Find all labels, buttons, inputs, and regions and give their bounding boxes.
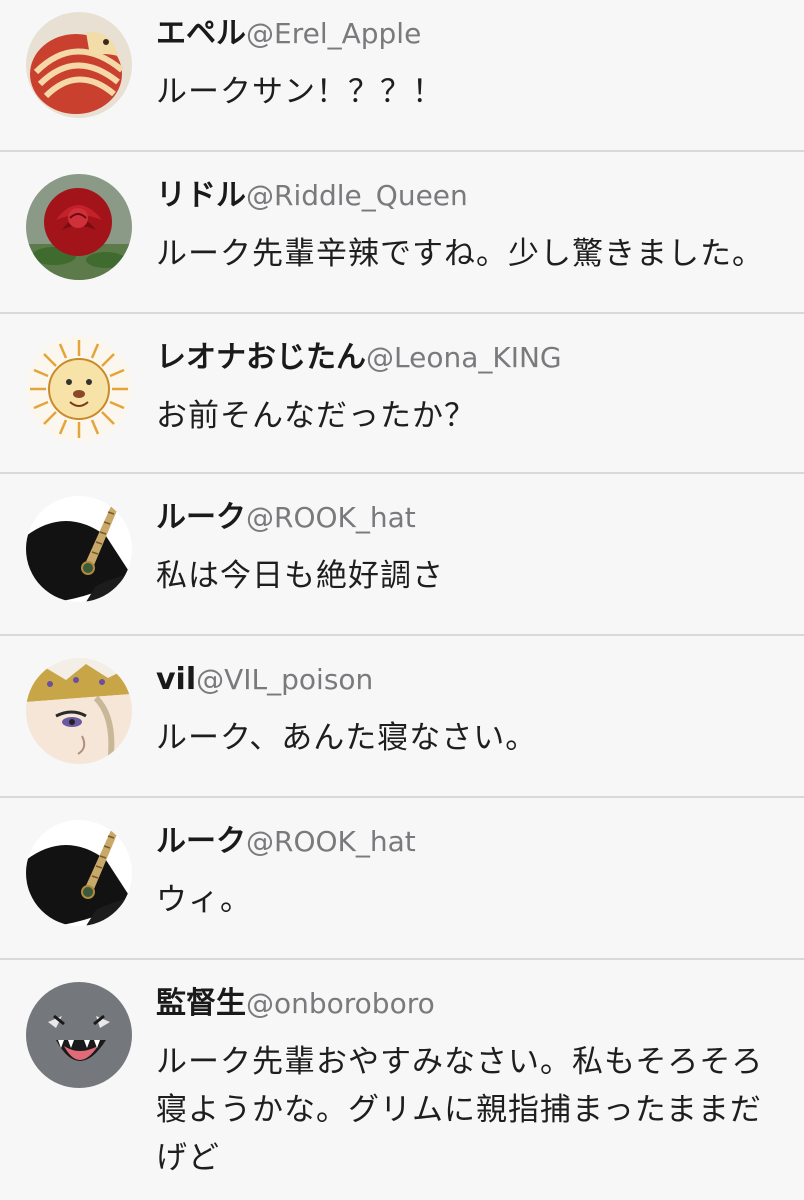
user-handle[interactable]: @onboroboro (246, 987, 435, 1020)
red-rose-icon (26, 174, 132, 280)
post-header: エペル@Erel_Apple (156, 16, 421, 52)
post-item[interactable]: ルーク@ROOK_hat 私は今日も絶好調さ (0, 474, 804, 634)
post-item[interactable]: エペル@Erel_Apple ルークサン！？？！ (0, 0, 804, 150)
avatar[interactable] (26, 982, 132, 1088)
user-handle[interactable]: @ROOK_hat (246, 825, 416, 858)
post-header: ルーク@ROOK_hat (156, 500, 416, 536)
avatar[interactable] (26, 174, 132, 280)
display-name[interactable]: vil (156, 662, 196, 697)
crowned-face-icon (26, 658, 132, 764)
post-text: ルーク、あんた寝なさい。 (156, 720, 538, 756)
post-header: レオナおじたん@Leona_KING (156, 340, 562, 376)
avatar[interactable] (26, 496, 132, 602)
display-name[interactable]: エペル (156, 16, 246, 51)
display-name[interactable]: レオナおじたん (156, 340, 366, 375)
feathered-hat-icon (26, 820, 132, 926)
post-header: リドル@Riddle_Queen (156, 178, 468, 214)
display-name[interactable]: ルーク (156, 824, 246, 859)
lion-drawing-icon (26, 336, 132, 442)
post-item[interactable]: ルーク@ROOK_hat ウィ。 (0, 798, 804, 958)
avatar[interactable] (26, 12, 132, 118)
post-header: ルーク@ROOK_hat (156, 824, 416, 860)
feathered-hat-icon (26, 496, 132, 602)
avatar[interactable] (26, 336, 132, 442)
display-name[interactable]: リドル (156, 178, 246, 213)
avatar[interactable] (26, 820, 132, 926)
user-handle[interactable]: @Erel_Apple (246, 17, 421, 50)
apple-carving-icon (26, 12, 132, 118)
user-handle[interactable]: @VIL_poison (196, 663, 373, 696)
avatar[interactable] (26, 658, 132, 764)
post-item[interactable]: レオナおじたん@Leona_KING お前そんなだったか？ (0, 314, 804, 472)
post-header: vil@VIL_poison (156, 662, 373, 698)
display-name[interactable]: ルーク (156, 500, 246, 535)
post-text: お前そんなだったか？ (156, 398, 476, 434)
post-item[interactable]: 監督生@onboroboro ルーク先輩おやすみなさい。私もそろそろ寝ようかな。… (0, 960, 804, 1200)
display-name[interactable]: 監督生 (156, 986, 246, 1021)
reply-timeline: エペル@Erel_Apple ルークサン！？？！ リドル@Riddle_Quee… (0, 0, 804, 1200)
post-text: ウィ。 (156, 882, 252, 918)
post-header: 監督生@onboroboro (156, 986, 435, 1022)
post-item[interactable]: vil@VIL_poison ルーク、あんた寝なさい。 (0, 636, 804, 796)
grinning-ghost-icon (26, 982, 132, 1088)
post-text: ルーク先輩辛辣ですね。少し驚きました。 (156, 236, 764, 272)
user-handle[interactable]: @Riddle_Queen (246, 179, 468, 212)
post-text: ルークサン！？？！ (156, 74, 444, 110)
post-text: ルーク先輩おやすみなさい。私もそろそろ寝ようかな。グリムに親指捕まったままだげど (156, 1044, 764, 1176)
post-text: 私は今日も絶好調さ (156, 558, 444, 594)
post-item[interactable]: リドル@Riddle_Queen ルーク先輩辛辣ですね。少し驚きました。 (0, 152, 804, 312)
user-handle[interactable]: @ROOK_hat (246, 501, 416, 534)
user-handle[interactable]: @Leona_KING (366, 341, 562, 374)
